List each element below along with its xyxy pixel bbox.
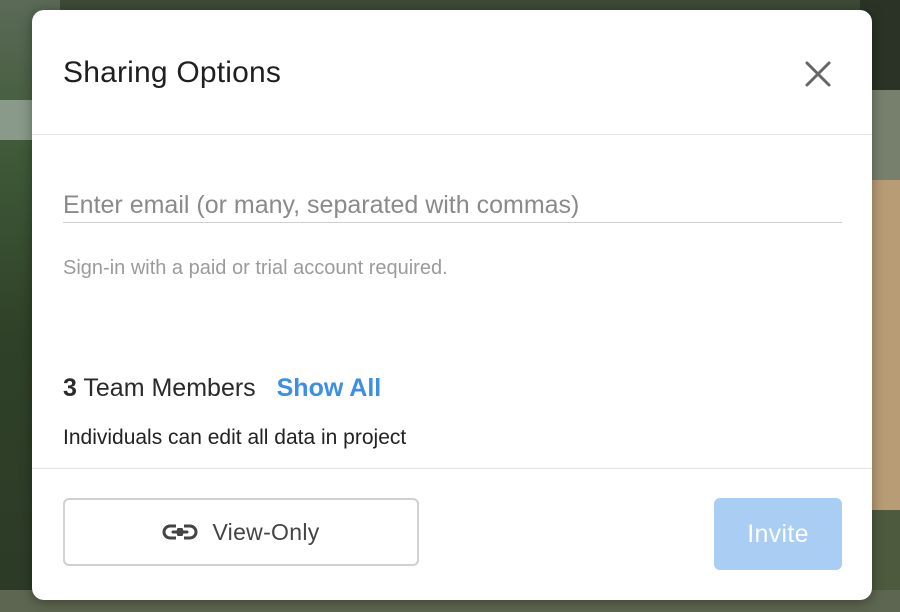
close-button[interactable] [798, 54, 838, 94]
team-description: Individuals can edit all data in project [63, 426, 407, 449]
show-all-link[interactable]: Show All [277, 374, 382, 402]
team-members-row: 3 Team Members Show All [63, 374, 381, 403]
close-icon [805, 61, 831, 87]
link-icon [162, 521, 198, 543]
email-input[interactable] [63, 188, 842, 223]
helper-text: Sign-in with a paid or trial account req… [63, 257, 448, 279]
team-count: 3 [63, 374, 77, 402]
view-only-label: View-Only [212, 518, 320, 545]
sharing-options-dialog: Sharing Options Sign-in with a paid or t… [32, 10, 872, 600]
team-label: Team Members [83, 374, 256, 402]
view-only-button[interactable]: View-Only [63, 498, 419, 566]
invite-button[interactable]: Invite [714, 498, 842, 570]
dialog-header: Sharing Options [32, 10, 872, 135]
footer-divider [32, 468, 872, 469]
dialog-title: Sharing Options [63, 56, 282, 89]
